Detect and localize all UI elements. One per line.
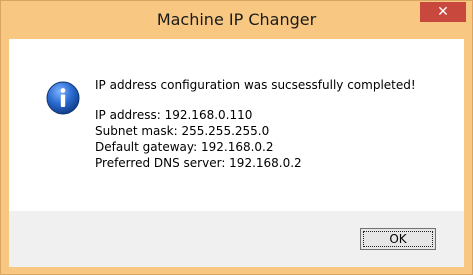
ip-address-line: IP address: 192.168.0.110 <box>95 108 253 122</box>
default-gateway-line: Default gateway: 192.168.0.2 <box>95 140 274 154</box>
close-button[interactable]: ✕ <box>420 2 466 22</box>
message-text: IP address configuration was sucsessfull… <box>95 77 455 171</box>
info-icon <box>46 81 80 115</box>
details-list: IP address: 192.168.0.110 Subnet mask: 2… <box>95 107 455 171</box>
title-bar[interactable]: Machine IP Changer ✕ <box>1 1 472 39</box>
ok-button[interactable]: OK <box>360 228 436 250</box>
dialog-body: IP address configuration was sucsessfull… <box>9 39 464 267</box>
subnet-mask-line: Subnet mask: 255.255.255.0 <box>95 124 270 138</box>
message-headline: IP address configuration was sucsessfull… <box>95 78 416 92</box>
window-title: Machine IP Changer <box>156 10 317 29</box>
dialog-window: Machine IP Changer ✕ IP address configur… <box>0 0 473 275</box>
close-icon: ✕ <box>437 4 449 20</box>
dns-server-line: Preferred DNS server: 192.168.0.2 <box>95 156 302 170</box>
